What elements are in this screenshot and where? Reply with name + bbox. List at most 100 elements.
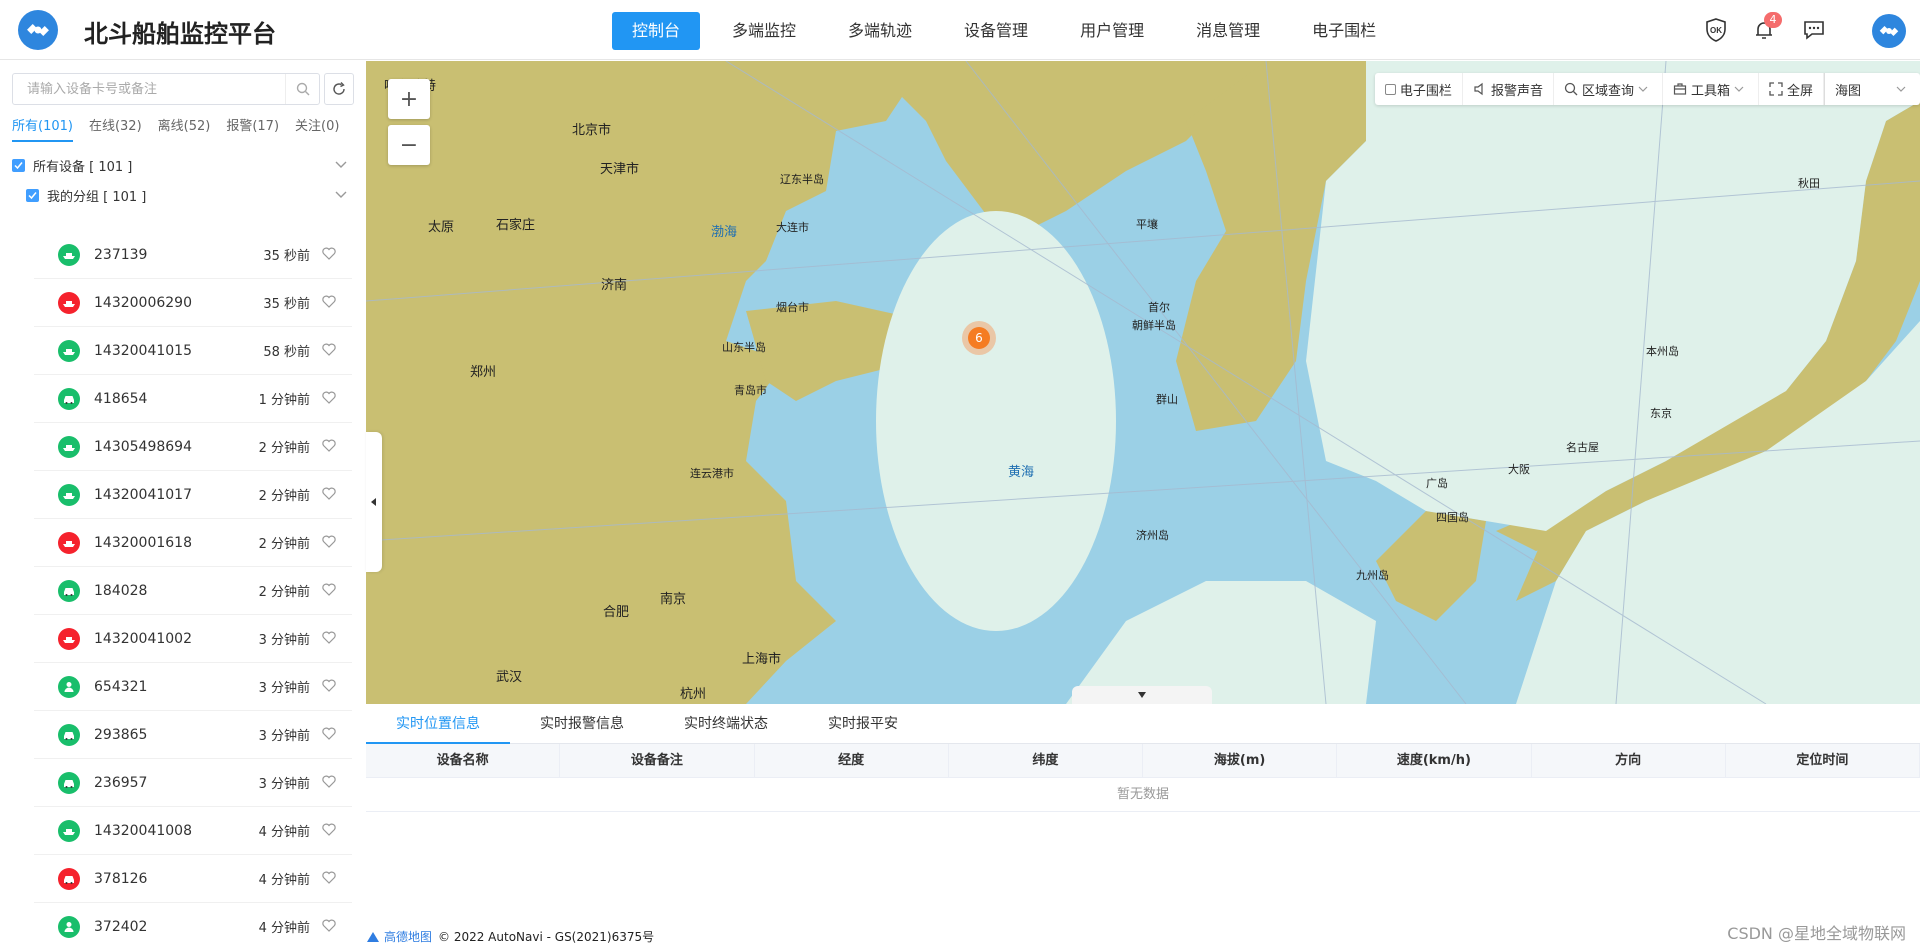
- chevron-down-icon[interactable]: [334, 187, 348, 205]
- search-icon[interactable]: [285, 74, 319, 104]
- refresh-button[interactable]: [324, 73, 354, 105]
- nav-electronic-fence[interactable]: 电子围栏: [1292, 12, 1396, 50]
- col-device-remark: 设备备注: [560, 744, 755, 777]
- device-list-item[interactable]: 14320041008 4 分钟前: [34, 807, 352, 855]
- device-list-item[interactable]: 293865 3 分钟前: [34, 711, 352, 759]
- device-list-item[interactable]: 236957 3 分钟前: [34, 759, 352, 807]
- device-sidebar: 所有(101) 在线(32) 离线(52) 报警(17) 关注(0) 所有设备 …: [0, 61, 360, 948]
- device-last-update: 58 秒前: [263, 345, 310, 360]
- checkbox-all-devices[interactable]: [12, 158, 25, 172]
- zoom-out-button[interactable]: −: [388, 125, 430, 165]
- tab-terminal-status[interactable]: 实时终端状态: [654, 704, 798, 744]
- col-longitude: 经度: [755, 744, 949, 777]
- nav-console[interactable]: 控制台: [612, 12, 701, 50]
- device-last-update: 2 分钟前: [258, 441, 310, 456]
- device-list-item[interactable]: 14320041015 58 秒前: [34, 327, 352, 375]
- device-search-input[interactable]: [13, 74, 285, 104]
- sidebar-collapse-tab[interactable]: [366, 432, 382, 572]
- table-empty-text: 暂无数据: [366, 778, 1920, 812]
- alarm-bell-icon[interactable]: 4: [1748, 12, 1782, 46]
- heart-icon[interactable]: [322, 869, 336, 888]
- alarm-sound-toggle[interactable]: 报警声音: [1463, 73, 1554, 105]
- map-label-beijing: 北京市: [572, 123, 612, 138]
- filter-offline[interactable]: 离线(52): [158, 115, 211, 142]
- nav-user-management[interactable]: 用户管理: [1060, 12, 1164, 50]
- device-cluster-marker[interactable]: 6: [962, 321, 996, 355]
- tree-node-my-group[interactable]: 我的分组 [ 101 ]: [0, 183, 356, 207]
- tab-report-safety[interactable]: 实时报平安: [798, 704, 928, 744]
- heart-icon[interactable]: [322, 629, 336, 648]
- bottom-panel-toggle[interactable]: [1072, 686, 1212, 704]
- heart-icon[interactable]: [322, 245, 336, 264]
- nav-device-management[interactable]: 设备管理: [944, 12, 1048, 50]
- area-query-dropdown[interactable]: 区域查询: [1554, 73, 1663, 105]
- tree-node-all-devices[interactable]: 所有设备 [ 101 ]: [0, 153, 356, 177]
- message-icon[interactable]: [1798, 14, 1830, 46]
- map-label-akita: 秋田: [1798, 177, 1820, 190]
- device-list-item[interactable]: 14305498694 2 分钟前: [34, 423, 352, 471]
- device-name: 14320041002: [94, 630, 192, 647]
- filter-alarm[interactable]: 报警(17): [226, 115, 279, 142]
- heart-icon[interactable]: [322, 485, 336, 504]
- device-list-item[interactable]: 654321 3 分钟前: [34, 663, 352, 711]
- device-list-item[interactable]: 237139 35 秒前: [34, 231, 352, 279]
- device-list-item[interactable]: 418654 1 分钟前: [34, 375, 352, 423]
- heart-icon[interactable]: [322, 533, 336, 552]
- heart-icon[interactable]: [322, 437, 336, 456]
- heart-icon[interactable]: [322, 917, 336, 936]
- device-list-item[interactable]: 372402 4 分钟前: [34, 903, 352, 948]
- map-attribution: 高德地图 © 2022 AutoNavi - GS(2021)6375号: [366, 928, 654, 945]
- chevron-down-icon[interactable]: [334, 157, 348, 175]
- fence-toggle[interactable]: 电子围栏: [1375, 73, 1463, 105]
- fence-checkbox[interactable]: [1384, 83, 1396, 95]
- nav-multi-track[interactable]: 多端轨迹: [828, 12, 932, 50]
- device-last-update: 3 分钟前: [258, 681, 310, 696]
- device-last-update: 4 分钟前: [258, 873, 310, 888]
- filter-online[interactable]: 在线(32): [89, 115, 142, 142]
- heart-icon[interactable]: [322, 821, 336, 840]
- heart-icon[interactable]: [322, 773, 336, 792]
- device-list-item[interactable]: 378126 4 分钟前: [34, 855, 352, 903]
- device-list: 237139 35 秒前 14320006290 35 秒前 14320041015 58…: [34, 231, 352, 948]
- nav-message-management[interactable]: 消息管理: [1176, 12, 1280, 50]
- device-list-item[interactable]: 184028 2 分钟前: [34, 567, 352, 615]
- filter-followed[interactable]: 关注(0): [295, 115, 339, 142]
- device-list-item[interactable]: 14320041002 3 分钟前: [34, 615, 352, 663]
- checkbox-my-group[interactable]: [26, 188, 39, 202]
- ok-shield-icon[interactable]: OK: [1700, 14, 1732, 46]
- toolbox-label: 工具箱: [1690, 83, 1730, 99]
- heart-icon[interactable]: [322, 725, 336, 744]
- cluster-count: 6: [968, 327, 990, 349]
- map-label-hefei: 合肥: [603, 605, 630, 620]
- zoom-in-button[interactable]: +: [388, 79, 430, 119]
- map-type-select[interactable]: 海图: [1824, 73, 1920, 105]
- tab-realtime-alarm[interactable]: 实时报警信息: [510, 704, 654, 744]
- fullscreen-button[interactable]: 全屏: [1759, 73, 1824, 105]
- ship-icon: [58, 819, 80, 842]
- svg-text:OK: OK: [1710, 26, 1722, 35]
- toolbox-dropdown[interactable]: 工具箱: [1663, 73, 1759, 105]
- device-name: 237139: [94, 246, 148, 263]
- col-direction: 方向: [1532, 744, 1726, 777]
- person-icon: [58, 675, 80, 698]
- device-list-item[interactable]: 14320006290 35 秒前: [34, 279, 352, 327]
- user-avatar[interactable]: [1872, 14, 1906, 48]
- chevron-down-icon: [1638, 86, 1648, 92]
- filter-all[interactable]: 所有(101): [12, 115, 73, 142]
- col-altitude: 海拔(m): [1143, 744, 1338, 777]
- heart-icon[interactable]: [322, 293, 336, 312]
- sea-chart-map[interactable]: 呼和浩特 北京市 天津市 石家庄 太原 济南 郑州 南京 合肥 武汉 上海市 杭…: [366, 61, 1920, 704]
- map-label-seoul: 首尔: [1148, 301, 1170, 314]
- device-name: 14320041015: [94, 342, 192, 359]
- device-search-box: [12, 73, 320, 105]
- map-label-honshu: 本州岛: [1646, 345, 1679, 358]
- tab-realtime-position[interactable]: 实时位置信息: [366, 704, 510, 744]
- heart-icon[interactable]: [322, 341, 336, 360]
- nav-multi-monitor[interactable]: 多端监控: [712, 12, 816, 50]
- heart-icon[interactable]: [322, 581, 336, 600]
- heart-icon[interactable]: [322, 389, 336, 408]
- heart-icon[interactable]: [322, 677, 336, 696]
- device-list-item[interactable]: 14320001618 2 分钟前: [34, 519, 352, 567]
- map-type-value: 海图: [1835, 83, 1862, 99]
- device-list-item[interactable]: 14320041017 2 分钟前: [34, 471, 352, 519]
